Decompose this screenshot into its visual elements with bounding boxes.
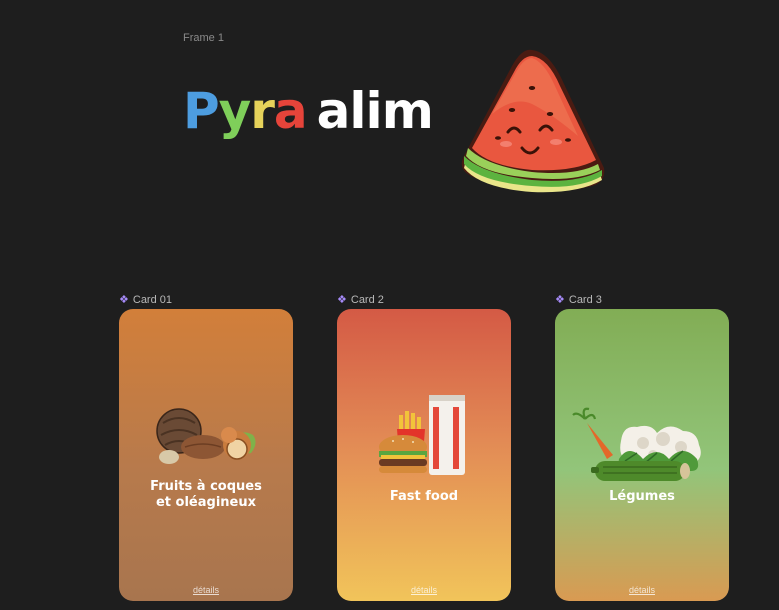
card-vegetables[interactable]: Légumes détails bbox=[555, 309, 729, 601]
card-2-label-text: Card 2 bbox=[350, 294, 384, 306]
logo-letter-a: a bbox=[273, 82, 308, 140]
vegetables-icon bbox=[572, 407, 701, 481]
card-nuts[interactable]: Fruits à coques et oléagineux détails bbox=[119, 309, 293, 601]
card-title-line-1: Fruits à coques bbox=[150, 479, 262, 494]
logo-letter-y: y bbox=[218, 82, 252, 140]
watermelon-slice-icon bbox=[461, 49, 605, 193]
logo-word-alim: alim bbox=[316, 82, 434, 140]
frame-label[interactable]: Frame 1 bbox=[183, 32, 224, 44]
card-title: Fast food bbox=[389, 489, 459, 504]
details-link[interactable]: détails bbox=[337, 585, 511, 595]
card-fast-food[interactable]: Fast food détails bbox=[337, 309, 511, 601]
logo-letter-p: P bbox=[183, 82, 220, 140]
card-title: Légumes bbox=[609, 489, 675, 504]
logo-letter-r: r bbox=[250, 82, 275, 140]
details-link[interactable]: détails bbox=[119, 585, 293, 595]
burger-fries-drink-icon bbox=[379, 395, 465, 475]
component-icon: ❖ bbox=[119, 293, 129, 306]
nuts-icon bbox=[156, 408, 256, 464]
details-link[interactable]: détails bbox=[555, 585, 729, 595]
card-2-component-label[interactable]: ❖ Card 2 bbox=[337, 294, 384, 306]
card-3-label-text: Card 3 bbox=[568, 294, 602, 306]
card-3-component-label[interactable]: ❖ Card 3 bbox=[555, 294, 602, 306]
card-title: Fruits à coques et oléagineux bbox=[119, 479, 293, 511]
component-icon: ❖ bbox=[555, 293, 565, 306]
card-title-line-2: et oléagineux bbox=[155, 495, 256, 510]
app-logo: Pyra alim bbox=[183, 82, 434, 140]
card-01-component-label[interactable]: ❖ Card 01 bbox=[119, 294, 172, 306]
card-01-label-text: Card 01 bbox=[132, 294, 173, 306]
component-icon: ❖ bbox=[337, 293, 347, 306]
